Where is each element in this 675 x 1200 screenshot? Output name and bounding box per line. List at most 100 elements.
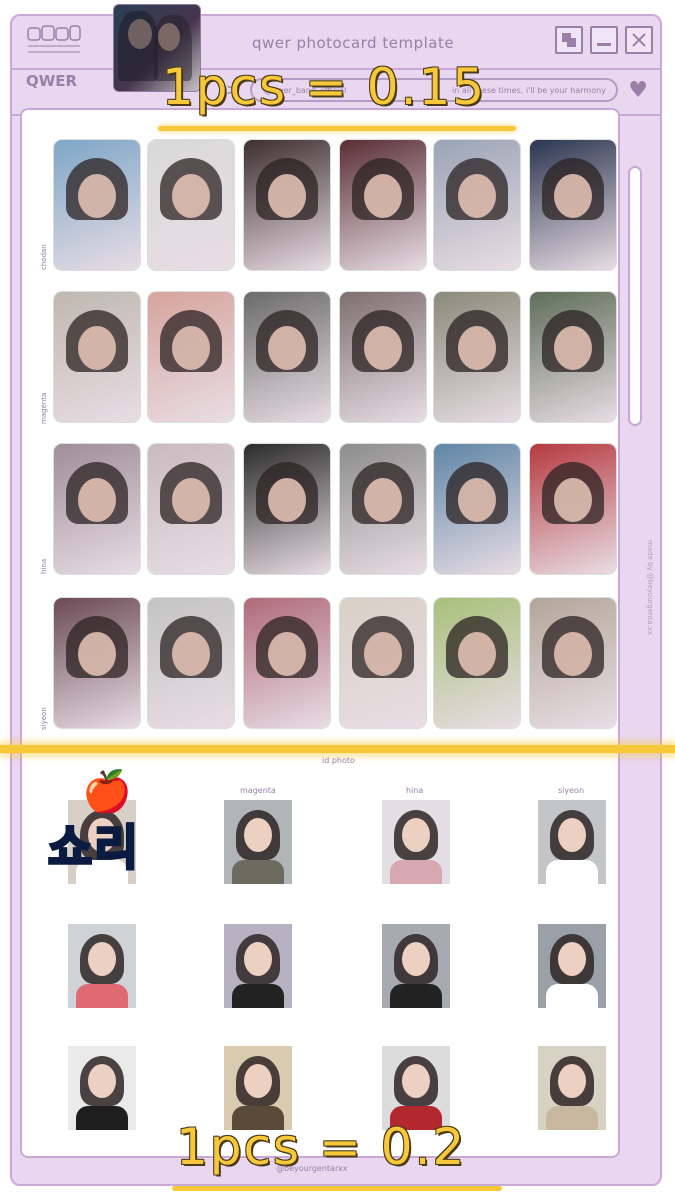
close-button[interactable]	[625, 26, 653, 54]
id-photo-shirt	[390, 860, 442, 884]
id-photo-shirt	[546, 984, 598, 1008]
photocard	[54, 444, 140, 574]
photo-face	[458, 632, 496, 676]
photo-face	[458, 478, 496, 522]
id-photo	[538, 924, 606, 1008]
id-photo	[68, 1046, 136, 1130]
id-photo	[224, 800, 292, 884]
id-photo	[538, 1046, 606, 1130]
col-label-siyeon: siyeon	[558, 786, 585, 795]
price-underline	[172, 1186, 502, 1191]
restore-icon	[562, 33, 576, 47]
photocard	[434, 140, 520, 270]
minimize-button[interactable]	[590, 26, 618, 54]
id-photo-shirt	[232, 984, 284, 1008]
photocard	[148, 140, 234, 270]
photo-face	[554, 632, 592, 676]
photo-face	[554, 174, 592, 218]
photocard	[54, 598, 140, 728]
photo-face	[78, 478, 116, 522]
minimize-icon	[597, 43, 611, 46]
photo-face	[78, 174, 116, 218]
photo-face	[458, 174, 496, 218]
id-photo-face	[244, 818, 272, 852]
bottom-credit: @beyourgentarxx	[276, 1164, 348, 1173]
photocard	[434, 444, 520, 574]
photo-face	[554, 478, 592, 522]
photocard	[340, 140, 426, 270]
id-photo-face	[402, 818, 430, 852]
id-photo-face	[244, 942, 272, 976]
photocard	[148, 444, 234, 574]
close-icon	[632, 33, 646, 47]
photocard	[244, 444, 330, 574]
photocard	[530, 444, 616, 574]
photo-face	[364, 478, 402, 522]
band-logo-icon	[27, 25, 81, 53]
row-label-magenta: magenta	[40, 392, 48, 424]
photocard	[530, 598, 616, 728]
photocard	[148, 292, 234, 422]
id-photo-face	[402, 942, 430, 976]
photo-face	[268, 326, 306, 370]
photocard	[434, 598, 520, 728]
heart-icon[interactable]: ♥	[628, 78, 648, 103]
photocard	[340, 444, 426, 574]
id-photo-shirt	[390, 984, 442, 1008]
photo-face	[268, 478, 306, 522]
id-photo-face	[402, 1064, 430, 1098]
row-label-siyeon: siyeon	[40, 707, 48, 730]
photocard	[54, 292, 140, 422]
id-photo-shirt	[546, 1106, 598, 1130]
col-label-magenta: magenta	[240, 786, 276, 795]
side-credit: made by @beyourgenta.xx	[646, 540, 654, 635]
id-photo	[68, 924, 136, 1008]
photocard	[530, 140, 616, 270]
id-photo-face	[244, 1064, 272, 1098]
price-photocard: 1pcs = 0.15	[162, 58, 487, 116]
photocard	[244, 140, 330, 270]
col-label-hina: hina	[406, 786, 424, 795]
id-photo-shirt	[76, 984, 128, 1008]
id-photo-face	[88, 1064, 116, 1098]
photo-face	[268, 174, 306, 218]
scrollbar[interactable]	[628, 166, 642, 426]
photocard	[54, 140, 140, 270]
photo-face	[458, 326, 496, 370]
id-photo-shirt	[232, 860, 284, 884]
qwer-logo: QWER	[26, 72, 78, 90]
id-photo-shirt	[76, 1106, 128, 1130]
id-photo	[224, 924, 292, 1008]
restore-button[interactable]	[555, 26, 583, 54]
photo-face	[364, 326, 402, 370]
id-photo-face	[558, 1064, 586, 1098]
photocard	[244, 598, 330, 728]
photocard	[530, 292, 616, 422]
row-label-chodan: chodan	[40, 244, 48, 270]
price-underline	[158, 126, 516, 131]
photo-face	[172, 174, 210, 218]
photo-face	[364, 174, 402, 218]
name-sticker: 쇼리	[46, 819, 141, 878]
id-photo-shirt	[546, 860, 598, 884]
highlight-bar	[0, 745, 675, 753]
photocard	[148, 598, 234, 728]
photo-face	[78, 326, 116, 370]
photocard	[244, 292, 330, 422]
photo-face	[554, 326, 592, 370]
id-photo	[382, 800, 450, 884]
photocard	[340, 598, 426, 728]
id-photo-face	[558, 942, 586, 976]
photo-face	[268, 632, 306, 676]
id-photo-title: id photo	[322, 756, 355, 765]
window-title: qwer photocard template	[252, 34, 455, 52]
photocard	[340, 292, 426, 422]
id-photo	[382, 924, 450, 1008]
photo-face	[172, 632, 210, 676]
photo-face	[364, 632, 402, 676]
id-photo-face	[558, 818, 586, 852]
photocard	[434, 292, 520, 422]
id-photo-face	[88, 942, 116, 976]
photo-face	[78, 632, 116, 676]
row-label-hina: hina	[40, 558, 48, 574]
